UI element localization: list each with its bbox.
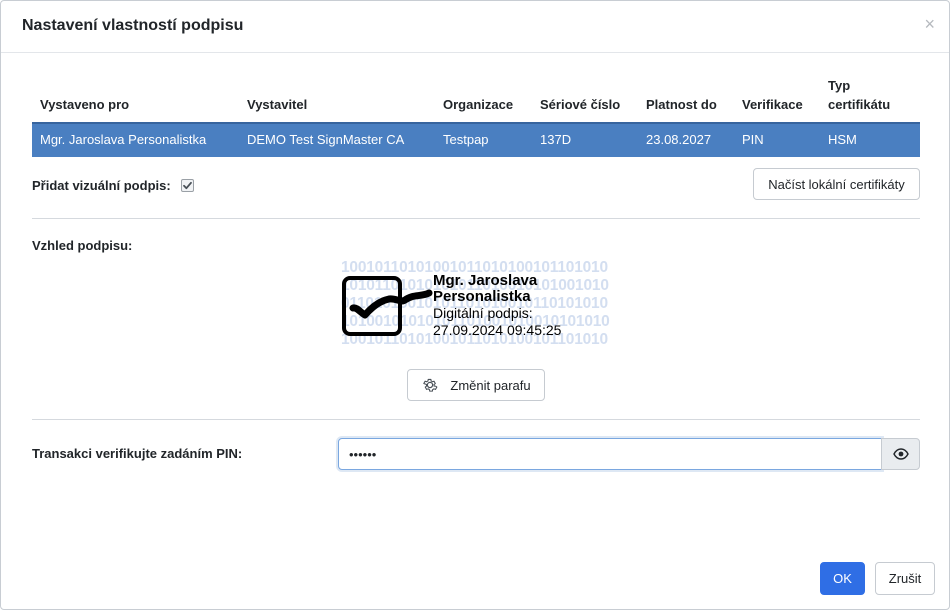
table-header: Vystaveno pro Vystavitel Organizace Séri… bbox=[32, 71, 920, 121]
header-cert-type-line1: Typ bbox=[828, 78, 851, 93]
cell-valid-to: 23.08.2027 bbox=[646, 132, 712, 147]
cancel-button[interactable]: Zrušit bbox=[875, 562, 935, 595]
gear-icon bbox=[423, 378, 438, 392]
dialog-header: Nastavení vlastností podpisu × bbox=[1, 1, 949, 53]
header-organization: Organizace bbox=[443, 97, 514, 112]
signature-logo-icon bbox=[342, 276, 433, 336]
signer-name-line2: Personalistka bbox=[433, 288, 531, 305]
cell-issuer: DEMO Test SignMaster CA bbox=[247, 132, 405, 147]
toggle-pin-visibility-button[interactable] bbox=[881, 438, 920, 470]
header-issuer: Vystavitel bbox=[247, 97, 308, 112]
divider bbox=[32, 218, 920, 219]
divider bbox=[32, 419, 920, 420]
signature-timestamp: 27.09.2024 09:45:25 bbox=[433, 322, 562, 338]
ok-button[interactable]: OK bbox=[820, 562, 865, 595]
change-initials-label: Změnit parafu bbox=[450, 377, 531, 393]
checkmark-icon bbox=[183, 181, 192, 190]
eye-icon bbox=[892, 448, 909, 460]
header-valid-to: Platnost do bbox=[646, 97, 717, 112]
signature-appearance-label: Vzhled podpisu: bbox=[32, 238, 133, 253]
pin-label: Transakci verifikujte zadáním PIN: bbox=[32, 446, 243, 461]
header-cert-type: Typ certifikátu bbox=[828, 76, 890, 114]
visual-signature-checkbox[interactable] bbox=[181, 179, 194, 192]
change-initials-button[interactable]: Změnit parafu bbox=[407, 369, 545, 401]
header-serial: Sériové číslo bbox=[540, 97, 621, 112]
header-verification: Verifikace bbox=[742, 97, 803, 112]
cell-issued-to: Mgr. Jaroslava Personalistka bbox=[40, 132, 207, 147]
close-icon[interactable]: × bbox=[924, 15, 935, 33]
cell-organization: Testpap bbox=[443, 132, 489, 147]
cell-serial: 137D bbox=[540, 132, 572, 147]
signature-caption: Digitální podpis: bbox=[433, 305, 533, 321]
signature-text: Mgr. Jaroslava Personalistka Digitální p… bbox=[433, 273, 561, 339]
signer-name-line1: Mgr. Jaroslava bbox=[433, 272, 538, 289]
cell-verification: PIN bbox=[742, 132, 764, 147]
table-row[interactable]: Mgr. Jaroslava Personalistka DEMO Test S… bbox=[32, 122, 920, 157]
header-issued-to: Vystaveno pro bbox=[40, 97, 130, 112]
signature-properties-dialog: Nastavení vlastností podpisu × Vystaveno… bbox=[0, 0, 950, 610]
pin-input[interactable] bbox=[338, 438, 882, 470]
dialog-title: Nastavení vlastností podpisu bbox=[22, 17, 244, 34]
header-cert-type-line2: certifikátu bbox=[828, 97, 891, 112]
certificate-table: Vystaveno pro Vystavitel Organizace Séri… bbox=[32, 71, 920, 157]
visual-signature-label: Přidat vizuální podpis: bbox=[32, 178, 171, 193]
cell-cert-type: HSM bbox=[828, 132, 857, 147]
signature-preview: 10010110101001011010100101101010 1010110… bbox=[341, 259, 613, 353]
load-local-certificates-button[interactable]: Načíst lokální certifikáty bbox=[753, 168, 920, 200]
